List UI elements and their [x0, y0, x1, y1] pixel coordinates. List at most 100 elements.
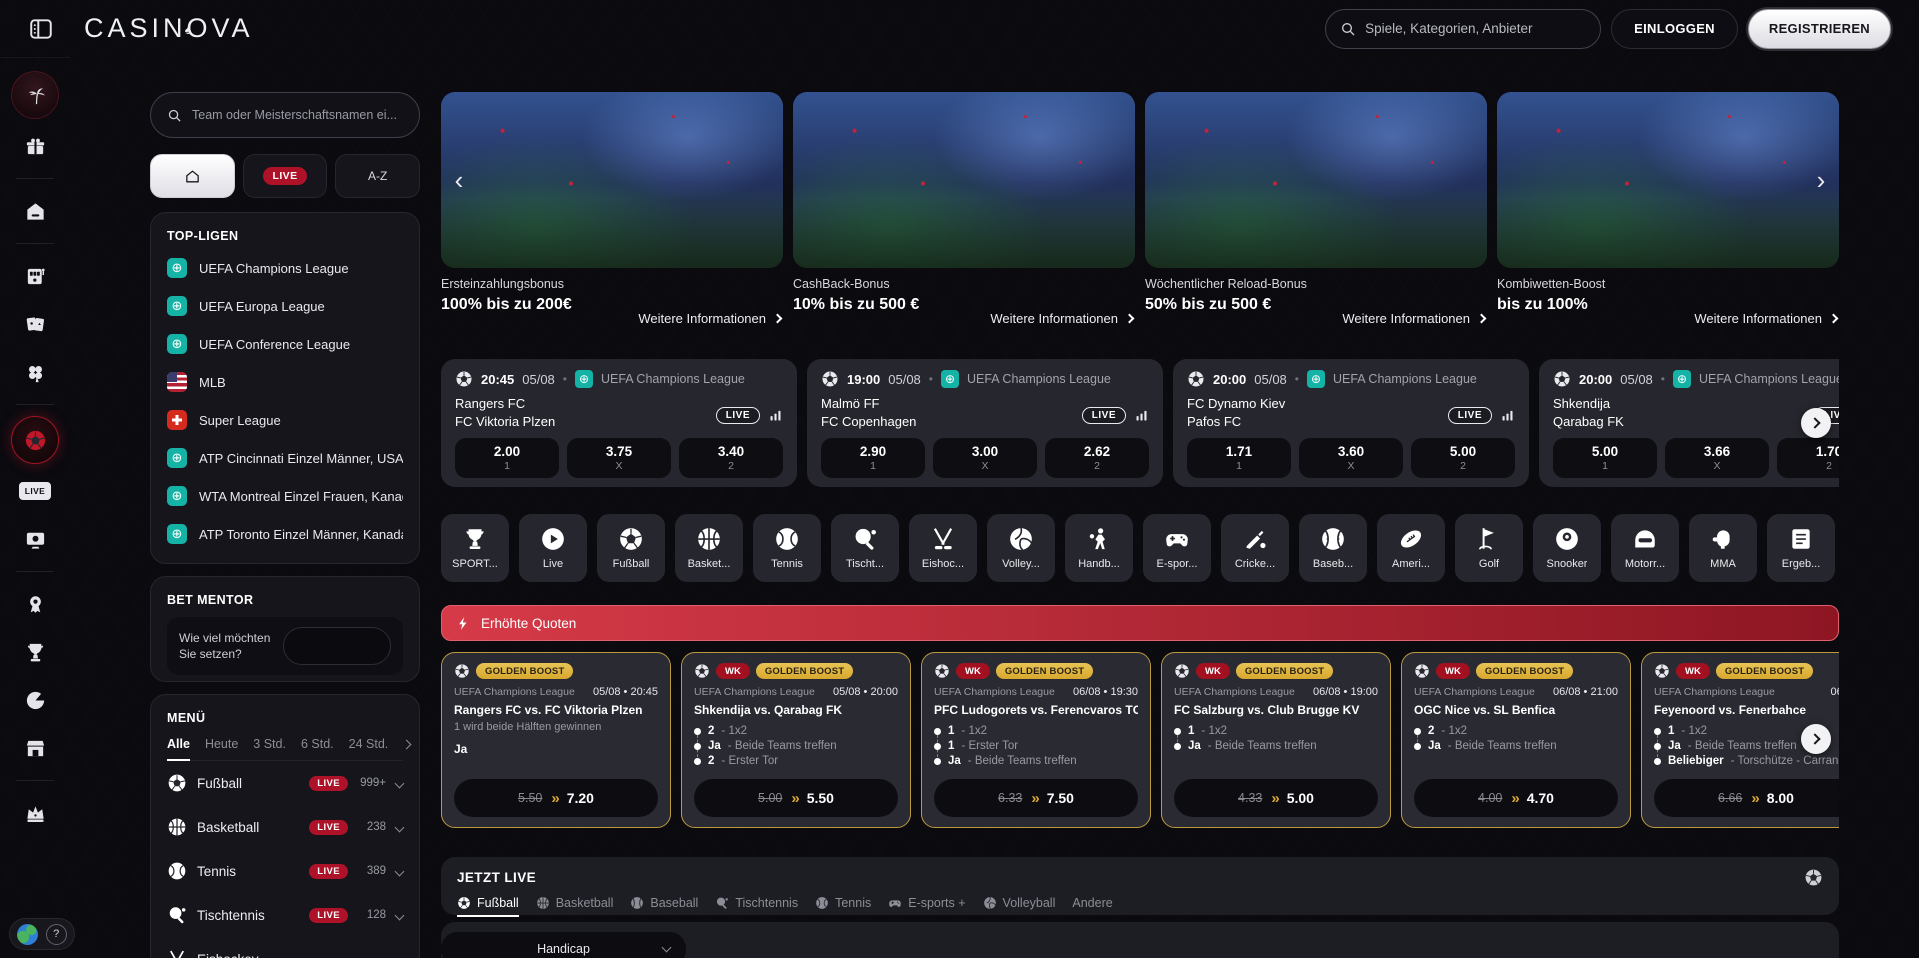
boost-odds-button[interactable]: 4.33 5.00 — [1174, 779, 1378, 817]
odds-button-draw[interactable]: 3.00X — [933, 438, 1037, 478]
boost-next-button[interactable] — [1801, 724, 1831, 754]
jetzt-live-sport-tab[interactable]: Tischtennis — [715, 896, 798, 917]
sport-nav-tile[interactable]: Handb... — [1065, 514, 1133, 582]
top-league-item[interactable]: MLB — [167, 363, 403, 401]
live-match-card[interactable]: 20:00 05/08 UEFA Champions League FC Dyn… — [1173, 359, 1529, 487]
rail-item-live-betting[interactable]: LIVE — [14, 470, 56, 512]
sport-nav-tile[interactable]: Tischt... — [831, 514, 899, 582]
odds-button-away[interactable]: 5.002 — [1411, 438, 1515, 478]
boosted-odds-banner[interactable]: Erhöhte Quoten — [441, 605, 1839, 641]
rail-item-lobby[interactable] — [14, 190, 56, 232]
odds-button-home[interactable]: 2.001 — [455, 438, 559, 478]
rail-item-slots[interactable] — [14, 255, 56, 297]
menu-sport-row[interactable]: Eishockey — [167, 937, 403, 958]
rail-item-lucky-games[interactable] — [14, 351, 56, 393]
menu-sport-row[interactable]: Tischtennis LIVE 128 — [167, 893, 403, 937]
promo-banner[interactable]: Ersteinzahlungsbonus 100% bis zu 200€ We… — [441, 92, 783, 328]
golden-boost-card[interactable]: GOLDEN BOOST UEFA Champions League 05/08… — [441, 652, 671, 828]
odds-button-draw[interactable]: 3.75X — [567, 438, 671, 478]
register-button[interactable]: REGISTRIEREN — [1748, 9, 1891, 49]
promo-more-info-link[interactable]: Weitere Informationen — [1342, 311, 1485, 326]
top-league-item[interactable]: UEFA Champions League — [167, 249, 403, 287]
golden-boost-card[interactable]: WK GOLDEN BOOST UEFA Champions League 06… — [1161, 652, 1391, 828]
promo-banner[interactable]: CashBack-Bonus 10% bis zu 500 € Weitere … — [793, 92, 1135, 328]
jetzt-live-sport-tab[interactable]: Fußball — [457, 896, 519, 917]
help-icon[interactable]: ? — [46, 924, 67, 945]
menu-time-tab[interactable]: 6 Std. — [301, 737, 334, 751]
rail-item-sports-active[interactable] — [11, 416, 59, 464]
odds-button-home[interactable]: 2.901 — [821, 438, 925, 478]
sport-nav-tile[interactable]: MMA — [1689, 514, 1757, 582]
menu-time-tab[interactable]: 24 Std. — [349, 737, 389, 751]
top-league-item[interactable]: Super League — [167, 401, 403, 439]
rail-item-table-games[interactable] — [14, 303, 56, 345]
sport-nav-tile[interactable]: Snooker — [1533, 514, 1601, 582]
odds-button-away[interactable]: 3.402 — [679, 438, 783, 478]
jetzt-live-sport-tab[interactable]: Baseball — [630, 896, 698, 917]
tab-home[interactable] — [150, 154, 235, 198]
sport-nav-tile[interactable]: Ameri... — [1377, 514, 1445, 582]
odds-button-draw[interactable]: 3.66X — [1665, 438, 1769, 478]
rail-item-tournaments[interactable] — [14, 631, 56, 673]
matches-next-button[interactable] — [1801, 408, 1831, 438]
top-league-item[interactable]: UEFA Conference League — [167, 325, 403, 363]
chevron-right-icon[interactable] — [402, 739, 412, 749]
odds-button-draw[interactable]: 3.60X — [1299, 438, 1403, 478]
promo-more-info-link[interactable]: Weitere Informationen — [1694, 311, 1837, 326]
odds-button-home[interactable]: 1.711 — [1187, 438, 1291, 478]
menu-sport-row[interactable]: Basketball LIVE 238 — [167, 805, 403, 849]
promo-banner-image[interactable] — [441, 92, 783, 268]
golden-boost-card[interactable]: WK GOLDEN BOOST UEFA Champions League 06… — [1401, 652, 1631, 828]
boost-odds-button[interactable]: 6.33 7.50 — [934, 779, 1138, 817]
sport-nav-tile[interactable]: SPORT... — [441, 514, 509, 582]
stats-icon[interactable] — [768, 408, 783, 423]
promo-banner-image[interactable] — [1145, 92, 1487, 268]
rail-item-bonuses[interactable] — [14, 125, 56, 167]
live-match-card[interactable]: 20:00 05/08 UEFA Champions League Shkend… — [1539, 359, 1839, 487]
jetzt-live-sport-tab[interactable]: Basketball — [536, 896, 614, 917]
promo-banner-image[interactable] — [793, 92, 1135, 268]
carousel-next-button[interactable]: › — [1807, 166, 1835, 194]
top-league-item[interactable]: WTA Montreal Einzel Frauen, Kanada — [167, 477, 403, 515]
golden-boost-card[interactable]: WK GOLDEN BOOST UEFA Champions League 05… — [681, 652, 911, 828]
stake-input[interactable] — [283, 627, 391, 665]
rail-item-rewards[interactable] — [14, 583, 56, 625]
jetzt-live-sport-tab[interactable]: Volleyball — [983, 896, 1056, 917]
language-globe-icon[interactable] — [17, 924, 38, 945]
menu-time-tab[interactable]: 3 Std. — [253, 737, 286, 751]
global-search-input[interactable] — [1365, 21, 1586, 36]
rail-item-shop[interactable] — [14, 727, 56, 769]
jetzt-live-sport-tab[interactable]: Andere — [1072, 896, 1112, 917]
live-match-card[interactable]: 19:00 05/08 UEFA Champions League Malmö … — [807, 359, 1163, 487]
menu-time-tab[interactable]: Alle — [167, 737, 190, 751]
menu-sport-row[interactable]: Tennis LIVE 389 — [167, 849, 403, 893]
sport-nav-tile[interactable]: Live — [519, 514, 587, 582]
promo-more-info-link[interactable]: Weitere Informationen — [638, 311, 781, 326]
sport-nav-tile[interactable]: Motorr... — [1611, 514, 1679, 582]
boost-odds-button[interactable]: 5.00 5.50 — [694, 779, 898, 817]
sport-nav-tile[interactable]: Baseb... — [1299, 514, 1367, 582]
tab-az[interactable]: A-Z — [335, 154, 420, 198]
sport-nav-tile[interactable]: E-spor... — [1143, 514, 1211, 582]
promo-banner[interactable]: Wöchentlicher Reload-Bonus 50% bis zu 50… — [1145, 92, 1487, 328]
jetzt-live-sport-tab[interactable]: E-sports + — [888, 896, 965, 917]
sport-nav-tile[interactable]: Volley... — [987, 514, 1055, 582]
sport-nav-tile[interactable]: Fußball — [597, 514, 665, 582]
live-match-card[interactable]: 20:45 05/08 UEFA Champions League Ranger… — [441, 359, 797, 487]
jetzt-live-sport-tab[interactable]: Tennis — [815, 896, 871, 917]
promo-banner-image[interactable] — [1497, 92, 1839, 268]
odds-button-away[interactable]: 1.702 — [1777, 438, 1839, 478]
stats-icon[interactable] — [1134, 408, 1149, 423]
sport-nav-tile[interactable]: Cricke... — [1221, 514, 1289, 582]
top-league-item[interactable]: UEFA Europa League — [167, 287, 403, 325]
global-search[interactable] — [1325, 9, 1601, 49]
rail-item-promotions[interactable] — [11, 71, 59, 119]
promo-more-info-link[interactable]: Weitere Informationen — [990, 311, 1133, 326]
sport-nav-tile[interactable]: Basket... — [675, 514, 743, 582]
sidebar-toggle-icon[interactable] — [28, 16, 54, 42]
team-search-input[interactable] — [192, 108, 403, 122]
boost-odds-button[interactable]: 4.00 4.70 — [1414, 779, 1618, 817]
sport-nav-tile[interactable]: Tennis — [753, 514, 821, 582]
carousel-prev-button[interactable]: ‹ — [445, 166, 473, 194]
rail-item-vip[interactable] — [14, 792, 56, 834]
